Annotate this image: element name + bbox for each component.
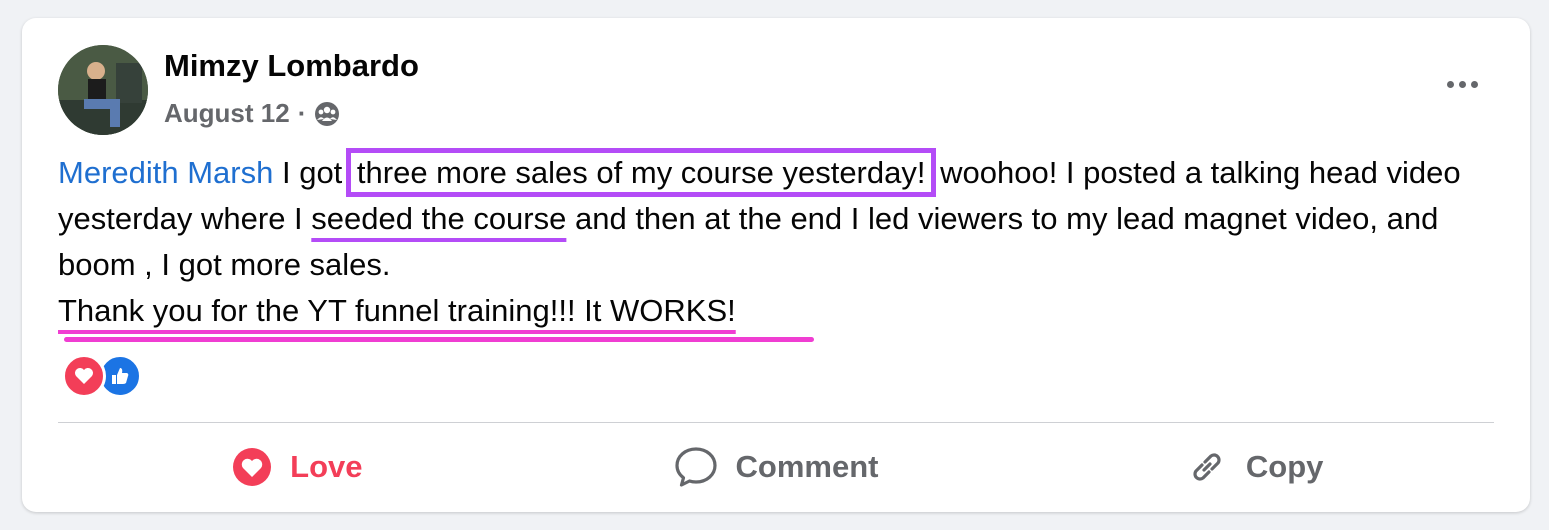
pink-underline-mark — [64, 337, 814, 342]
love-label: Love — [290, 449, 363, 484]
reaction-summary[interactable] — [62, 354, 142, 398]
author-name[interactable]: Mimzy Lombardo — [164, 48, 419, 84]
post-card: Mimzy Lombardo August 12 · Meredith Mars… — [22, 18, 1530, 512]
comment-label: Comment — [735, 449, 879, 484]
action-bar: Love Comment Copy — [58, 433, 1494, 501]
underlined-highlight: seeded the course — [311, 201, 567, 236]
copy-label: Copy — [1245, 449, 1324, 484]
more-options-icon — [1446, 80, 1478, 88]
meta-separator: · — [297, 98, 307, 128]
comment-icon — [674, 446, 718, 488]
post-paragraph: Meredith Marsh I got three more sales of… — [58, 148, 1488, 288]
body-text: I got — [273, 155, 351, 190]
comment-button[interactable]: Comment — [537, 433, 1016, 501]
avatar[interactable] — [58, 45, 148, 135]
group-icon[interactable] — [314, 101, 340, 127]
copy-button[interactable]: Copy — [1015, 433, 1494, 501]
action-divider — [58, 422, 1494, 423]
boxed-highlight: three more sales of my course yesterday! — [345, 148, 937, 197]
mention-link[interactable]: Meredith Marsh — [58, 155, 273, 190]
love-reaction-icon — [62, 354, 106, 398]
more-options-button[interactable] — [1434, 66, 1490, 102]
post-meta: August 12 · — [164, 98, 340, 129]
post-date[interactable]: August 12 — [164, 98, 290, 129]
post-body: Meredith Marsh I got three more sales of… — [58, 148, 1488, 334]
link-icon — [1186, 446, 1228, 488]
post-paragraph: Thank you for the YT funnel training!!! … — [58, 288, 1488, 334]
heart-icon — [232, 447, 272, 487]
love-button[interactable]: Love — [58, 433, 537, 501]
underlined-thank-you: Thank you for the YT funnel training!!! … — [58, 293, 736, 328]
